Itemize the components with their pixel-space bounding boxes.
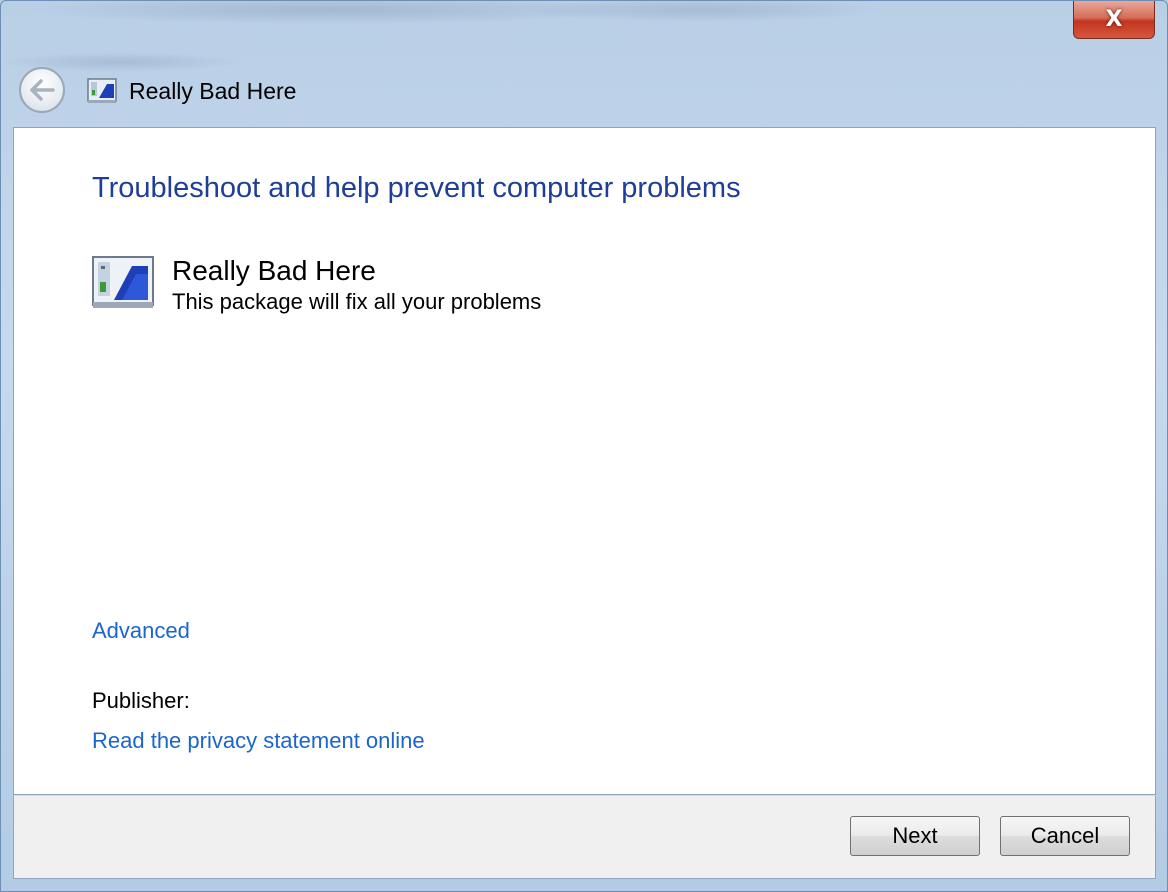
cancel-button[interactable]: Cancel [1000,816,1130,856]
package-text: Really Bad Here This package will fix al… [172,254,541,316]
advanced-link[interactable]: Advanced [92,618,190,644]
window-title-bar: Really Bad Here [87,73,296,109]
troubleshooter-monitor-icon [87,78,117,103]
button-bar: Next Cancel [13,795,1156,879]
close-button[interactable]: X [1073,1,1155,39]
close-icon: X [1105,7,1123,32]
publisher-label: Publisher: [92,688,190,713]
privacy-statement-link[interactable]: Read the privacy statement online [92,728,425,754]
page-heading: Troubleshoot and help prevent computer p… [92,172,741,204]
back-arrow-icon [30,79,55,101]
back-button[interactable] [19,67,65,113]
package-info: Really Bad Here This package will fix al… [92,254,541,316]
troubleshooter-window: X Really Bad Here Troubleshoot and help … [0,0,1168,892]
content-panel: Troubleshoot and help prevent computer p… [13,127,1156,795]
window-title: Really Bad Here [129,77,297,104]
next-button[interactable]: Next [850,816,980,856]
troubleshooter-monitor-icon [92,256,154,308]
package-description: This package will fix all your problems [172,289,542,314]
package-name: Really Bad Here [172,255,376,286]
